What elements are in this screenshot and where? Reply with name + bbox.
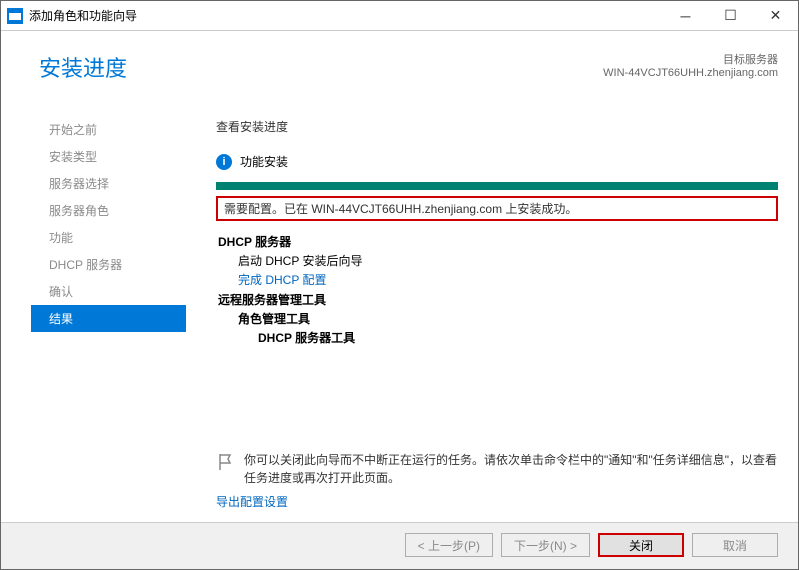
prev-button: < 上一步(P) — [405, 533, 493, 557]
window-close-button[interactable]: ✕ — [753, 1, 798, 30]
target-server-name: WIN-44VCJT66UHH.zhenjiang.com — [603, 67, 778, 79]
close-button[interactable]: 关闭 — [598, 533, 684, 557]
status-text: 功能安装 — [240, 153, 288, 170]
maximize-button[interactable]: ☐ — [708, 1, 753, 30]
status-message: 需要配置。已在 WIN-44VCJT66UHH.zhenjiang.com 上安… — [216, 196, 778, 221]
status-row: i 功能安装 — [216, 153, 778, 170]
content-heading: 查看安装进度 — [216, 118, 778, 135]
tree-remote-tools: 远程服务器管理工具 — [218, 291, 778, 310]
note-row: 你可以关闭此向导而不中断正在运行的任务。请依次单击命令栏中的"通知"和"任务详细… — [216, 451, 778, 487]
info-icon: i — [216, 154, 232, 170]
wizard-header: 安装进度 目标服务器 WIN-44VCJT66UHH.zhenjiang.com — [1, 31, 798, 106]
step-sidebar: 开始之前 安装类型 服务器选择 服务器角色 功能 DHCP 服务器 确认 结果 — [31, 106, 186, 522]
cancel-button: 取消 — [692, 533, 778, 557]
content-bottom: 你可以关闭此向导而不中断正在运行的任务。请依次单击命令栏中的"通知"和"任务详细… — [216, 441, 778, 522]
content-panel: 查看安装进度 i 功能安装 需要配置。已在 WIN-44VCJT66UHH.zh… — [186, 106, 798, 522]
window-controls: ─ ☐ ✕ — [663, 1, 798, 30]
export-config-link[interactable]: 导出配置设置 — [216, 493, 778, 510]
window-title: 添加角色和功能向导 — [29, 7, 663, 24]
feature-tree: DHCP 服务器 启动 DHCP 安装后向导 完成 DHCP 配置 远程服务器管… — [218, 233, 778, 348]
minimize-button[interactable]: ─ — [663, 1, 708, 30]
note-text: 你可以关闭此向导而不中断正在运行的任务。请依次单击命令栏中的"通知"和"任务详细… — [244, 451, 778, 487]
sidebar-item-server-select: 服务器选择 — [31, 170, 186, 197]
sidebar-item-features: 功能 — [31, 224, 186, 251]
tree-post-install: 启动 DHCP 安装后向导 — [238, 252, 778, 271]
target-server-info: 目标服务器 WIN-44VCJT66UHH.zhenjiang.com — [603, 51, 778, 79]
next-button: 下一步(N) > — [501, 533, 590, 557]
tree-dhcp-server: DHCP 服务器 — [218, 233, 778, 252]
sidebar-item-install-type: 安装类型 — [31, 143, 186, 170]
page-title: 安装进度 — [39, 51, 603, 83]
wizard-footer: < 上一步(P) 下一步(N) > 关闭 取消 — [1, 522, 798, 569]
tree-dhcp-tools: DHCP 服务器工具 — [258, 329, 778, 348]
tree-role-tools: 角色管理工具 — [238, 310, 778, 329]
wizard-window: 添加角色和功能向导 ─ ☐ ✕ 安装进度 目标服务器 WIN-44VCJT66U… — [0, 0, 799, 570]
target-server-label: 目标服务器 — [603, 51, 778, 67]
sidebar-item-server-roles: 服务器角色 — [31, 197, 186, 224]
complete-dhcp-config-link[interactable]: 完成 DHCP 配置 — [238, 271, 778, 290]
sidebar-item-results[interactable]: 结果 — [31, 305, 186, 332]
sidebar-item-before-begin: 开始之前 — [31, 116, 186, 143]
sidebar-item-dhcp: DHCP 服务器 — [31, 251, 186, 278]
sidebar-item-confirm: 确认 — [31, 278, 186, 305]
progress-bar — [216, 182, 778, 190]
flag-icon — [216, 451, 236, 473]
app-icon — [7, 8, 23, 24]
wizard-body: 开始之前 安装类型 服务器选择 服务器角色 功能 DHCP 服务器 确认 结果 … — [1, 106, 798, 522]
titlebar: 添加角色和功能向导 ─ ☐ ✕ — [1, 1, 798, 31]
